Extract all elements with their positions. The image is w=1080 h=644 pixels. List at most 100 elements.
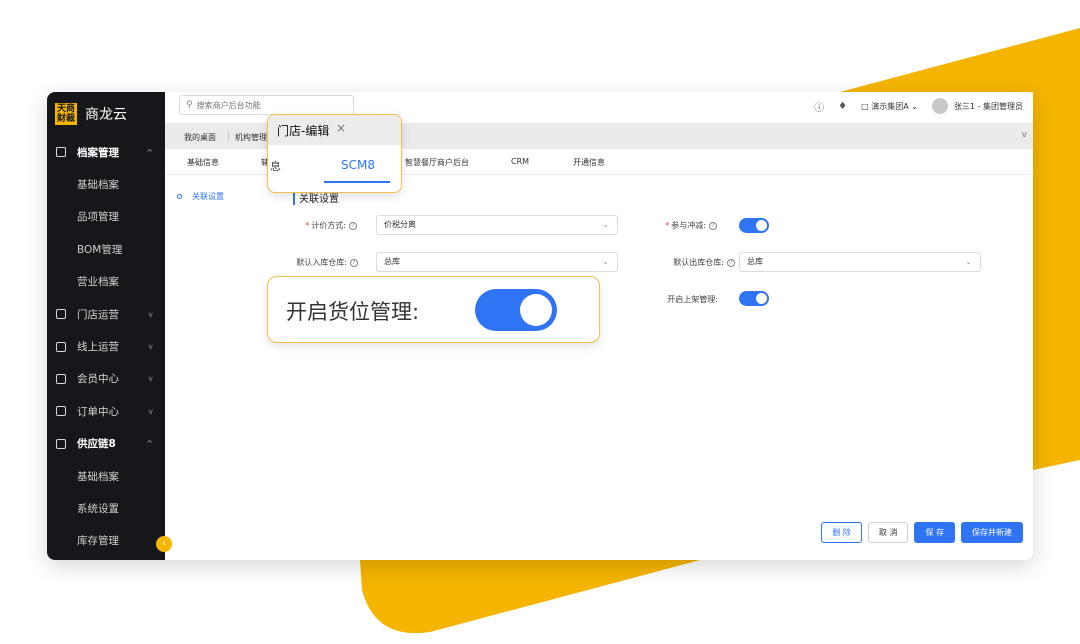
org-name: 演示集团A bbox=[871, 101, 909, 111]
help-icon[interactable]: ? bbox=[349, 221, 357, 230]
sidebar-item-basic-archive[interactable]: 基础档案 bbox=[47, 168, 165, 200]
location-management-switch[interactable] bbox=[475, 289, 557, 331]
callout-left-tab[interactable]: 息 bbox=[270, 158, 281, 174]
callout-active-tab[interactable]: SCM8 bbox=[341, 158, 375, 172]
delete-button[interactable]: 删 除 bbox=[821, 522, 862, 543]
brand: 天商财裁 商龙云 bbox=[47, 92, 165, 136]
subtab-crm[interactable]: CRM bbox=[511, 157, 529, 166]
sidebar-collapse-icon[interactable]: ‹ bbox=[156, 536, 172, 552]
form-actions: 删 除 取 消 保 存 保存并新建 bbox=[821, 522, 1023, 543]
avatar[interactable] bbox=[931, 98, 948, 114]
sidebar-item-label: 会员中心 bbox=[77, 373, 119, 386]
callout-switch-label: 开启货位管理: bbox=[286, 300, 420, 324]
in-warehouse-value: 总库 bbox=[384, 257, 400, 266]
building-icon: □ bbox=[861, 101, 872, 111]
bell-icon[interactable]: ♦ bbox=[838, 101, 847, 112]
in-warehouse-label: 默认入库仓库:? bbox=[283, 257, 358, 268]
tab-org-manage[interactable]: 机构管理 bbox=[235, 132, 267, 143]
sidebar-item-product[interactable]: 品项管理 bbox=[47, 201, 165, 233]
required-mark: * bbox=[665, 221, 670, 230]
sidebar-item-label: 基础档案 bbox=[77, 179, 119, 192]
sidebar-item-member[interactable]: 会员中心 v bbox=[47, 363, 165, 395]
offset-label-text: 参与冲减: bbox=[671, 221, 706, 230]
chevron-down-icon: v bbox=[148, 374, 153, 384]
archive-icon bbox=[56, 147, 66, 158]
truck-icon bbox=[56, 438, 66, 449]
sidebar: 天商财裁 商龙云 档案管理 ^ 基础档案 品项管理 BOM管理 营业档案 门店运… bbox=[47, 92, 165, 560]
zoom-callout-tab: 门店-编辑 × 息 SCM8 bbox=[267, 114, 402, 193]
callout-tab-title[interactable]: 门店-编辑 bbox=[277, 122, 329, 139]
pricing-label: * 计价方式:? bbox=[297, 220, 357, 231]
tab-divider bbox=[228, 131, 229, 141]
help-icon[interactable]: ? bbox=[727, 258, 735, 267]
org-switcher[interactable]: □ 演示集团A ⌄ bbox=[861, 101, 918, 112]
sidebar-item-inventory[interactable]: 库存管理 bbox=[47, 525, 165, 557]
sidebar-item-business-archive[interactable]: 营业档案 bbox=[47, 266, 165, 298]
search-icon: ⚲ bbox=[186, 100, 193, 110]
out-warehouse-label: 默认出库仓库:? bbox=[655, 257, 735, 268]
chevron-up-icon: ^ bbox=[146, 147, 153, 157]
member-icon bbox=[56, 373, 66, 384]
sidebar-item-label: 库存管理 bbox=[77, 535, 119, 548]
sidebar-item-label: BOM管理 bbox=[77, 243, 123, 256]
pricing-select[interactable]: 价税分离 ⌄ bbox=[376, 215, 618, 235]
sidebar-item-label: 门店运营 bbox=[77, 308, 119, 321]
user-name[interactable]: 张三1 - 集团管理员 bbox=[954, 101, 1023, 112]
offset-switch[interactable] bbox=[739, 218, 769, 233]
chevron-down-icon: ⌄ bbox=[965, 257, 972, 266]
subtab-open-info[interactable]: 开通信息 bbox=[573, 157, 605, 168]
out-warehouse-value: 总库 bbox=[747, 257, 763, 266]
sidebar-item-label: 线上运营 bbox=[77, 341, 119, 354]
tab-desktop[interactable]: 我的桌面 bbox=[184, 132, 216, 143]
search-box[interactable]: ⚲ bbox=[179, 95, 354, 115]
sidebar-item-sc-settings[interactable]: 系统设置 bbox=[47, 492, 165, 524]
save-and-new-button[interactable]: 保存并新建 bbox=[961, 522, 1023, 543]
search-input[interactable] bbox=[196, 100, 337, 110]
online-icon bbox=[56, 341, 66, 352]
save-button[interactable]: 保 存 bbox=[914, 522, 955, 543]
out-warehouse-label-text: 默认出库仓库: bbox=[673, 258, 724, 267]
chevron-down-icon: ⌄ bbox=[602, 257, 609, 266]
shelf-label: 开启上架管理: bbox=[667, 295, 718, 304]
form-content: 关联设置 关联设置 * 计价方式:? 价税分离 ⌄ * 参与冲减:? 默认入库仓库:?… bbox=[165, 176, 1033, 560]
chevron-down-icon: v bbox=[148, 406, 153, 416]
subtab-smart-restaurant[interactable]: 智慧餐厅商户后台 bbox=[405, 157, 469, 168]
sidebar-item-label: 档案管理 bbox=[77, 146, 119, 159]
sidebar-item-supply-chain[interactable]: 供应链8 ^ bbox=[47, 428, 165, 460]
sidebar-item-label: 品项管理 bbox=[77, 211, 119, 224]
chevron-up-icon: ^ bbox=[146, 439, 153, 449]
out-warehouse-select[interactable]: 总库 ⌄ bbox=[739, 252, 981, 272]
sidebar-item-archive[interactable]: 档案管理 ^ bbox=[47, 136, 165, 168]
sidebar-item-label: 营业档案 bbox=[77, 276, 119, 289]
anchor-link-related[interactable]: 关联设置 bbox=[177, 191, 224, 202]
close-icon[interactable]: × bbox=[336, 121, 346, 135]
active-tab-underline bbox=[324, 181, 390, 183]
topbar-right: ⓘ ♦ □ 演示集团A ⌄ 张三1 - 集团管理员 bbox=[800, 98, 1023, 114]
brand-logo: 天商财裁 bbox=[55, 103, 77, 125]
screenshot-stage: 天商财裁 商龙云 档案管理 ^ 基础档案 品项管理 BOM管理 营业档案 门店运… bbox=[0, 0, 1080, 644]
subtab-basic[interactable]: 基础信息 bbox=[187, 157, 219, 168]
help-icon[interactable]: ? bbox=[709, 221, 717, 230]
sidebar-item-label: 系统设置 bbox=[77, 502, 119, 515]
pricing-value: 价税分离 bbox=[384, 220, 416, 229]
sidebar-item-sc-basic[interactable]: 基础档案 bbox=[47, 460, 165, 492]
sidebar-item-online-ops[interactable]: 线上运营 v bbox=[47, 330, 165, 362]
help-icon[interactable]: ⓘ bbox=[814, 99, 824, 114]
anchor-dot-icon bbox=[177, 194, 182, 199]
sidebar-item-store-ops[interactable]: 门店运营 v bbox=[47, 298, 165, 330]
sidebar-item-label: 基础档案 bbox=[77, 470, 119, 483]
chevron-down-icon[interactable]: v bbox=[1022, 130, 1027, 140]
order-icon bbox=[56, 406, 66, 417]
chevron-down-icon: v bbox=[148, 342, 153, 352]
in-warehouse-select[interactable]: 总库 ⌄ bbox=[376, 252, 618, 272]
store-icon bbox=[56, 309, 66, 320]
shelf-switch[interactable] bbox=[739, 291, 769, 306]
brand-name: 商龙云 bbox=[85, 107, 127, 123]
chevron-down-icon: ⌄ bbox=[602, 220, 609, 229]
help-icon[interactable]: ? bbox=[350, 258, 358, 267]
sidebar-item-order[interactable]: 订单中心 v bbox=[47, 395, 165, 427]
cancel-button[interactable]: 取 消 bbox=[867, 522, 909, 543]
sidebar-item-bom[interactable]: BOM管理 bbox=[47, 233, 165, 265]
chevron-down-icon: ⌄ bbox=[911, 101, 918, 111]
pricing-label-text: 计价方式: bbox=[311, 221, 346, 230]
